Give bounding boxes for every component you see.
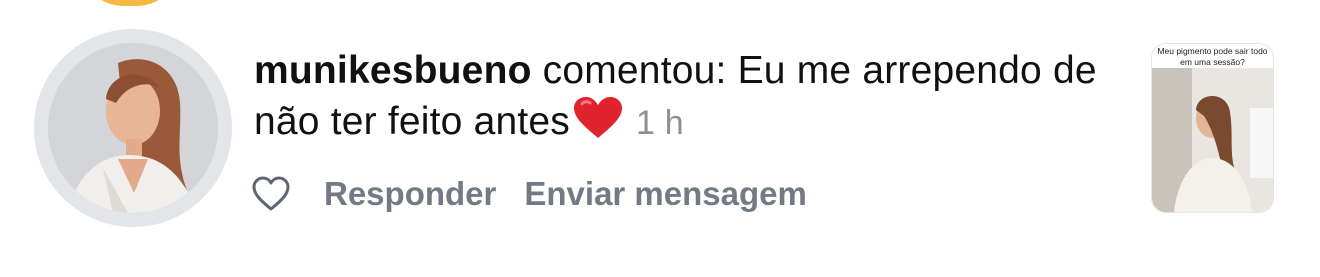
send-message-button[interactable]: Enviar mensagem <box>524 175 806 213</box>
timestamp: 1 h <box>636 104 684 142</box>
heart-outline-icon[interactable] <box>252 176 290 212</box>
username[interactable]: munikesbueno <box>254 49 532 92</box>
post-thumbnail[interactable]: Meu pigmento pode sair todo em uma sessã… <box>1152 44 1273 212</box>
post-thumbnail-caption: Meu pigmento pode sair todo em uma sessã… <box>1157 46 1268 67</box>
story-ring-fragment <box>78 0 182 6</box>
comment-actions: Responder Enviar mensagem <box>252 170 807 218</box>
post-thumbnail-image <box>1152 68 1273 212</box>
reply-button[interactable]: Responder <box>324 175 496 213</box>
avatar[interactable] <box>48 43 218 213</box>
comment-text[interactable]: munikesbueno comentou: Eu me arrependo d… <box>254 46 1134 148</box>
red-heart-emoji-icon <box>574 97 623 138</box>
